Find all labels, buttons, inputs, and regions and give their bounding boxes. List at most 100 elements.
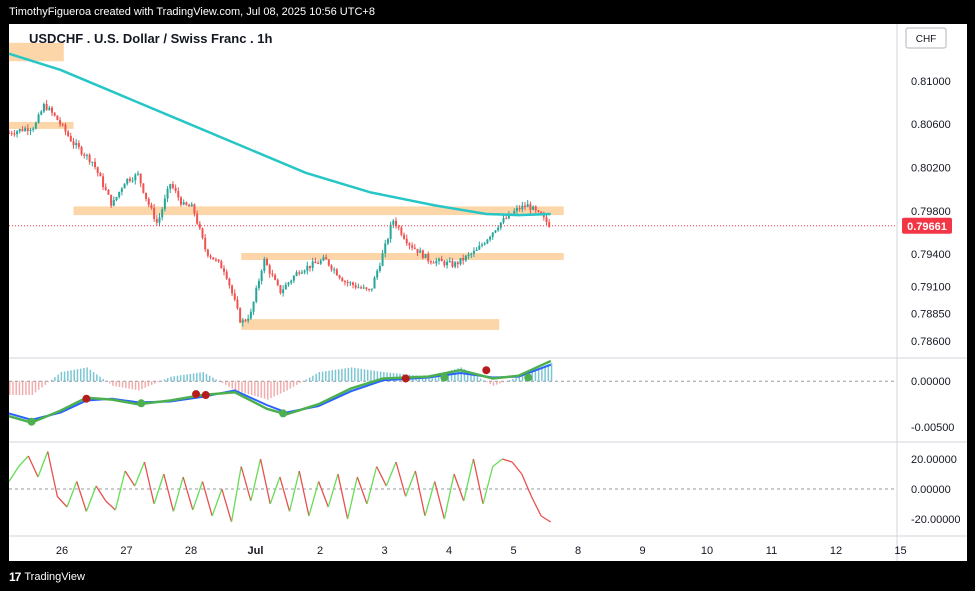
osc-segment: [502, 458, 513, 463]
candle-body: [233, 293, 236, 300]
candle-body: [201, 228, 204, 238]
candle-body: [118, 191, 121, 198]
wt-histogram-bar: [12, 381, 14, 396]
candle-body: [174, 187, 177, 192]
candle-body: [537, 210, 540, 212]
candle-body: [244, 320, 247, 322]
candle-body: [169, 184, 172, 189]
wt-histogram-bar: [186, 374, 188, 382]
osc-segment: [288, 470, 300, 512]
wt-histogram-bar: [489, 381, 492, 384]
candle-body: [29, 129, 32, 131]
price-tick-label: 0.80200: [911, 162, 951, 174]
candle-body: [279, 285, 282, 294]
candle-body: [381, 253, 384, 266]
chart-title: USDCHF . U.S. Dollar / Swiss Franc . 1h: [29, 31, 273, 46]
candle-body: [413, 247, 416, 249]
osc-segment: [453, 473, 465, 502]
candle-body: [322, 257, 325, 261]
chart-area[interactable]: 0.79661 26 27 28 Jul 2 3 4 5 8 9 10 11 12 15 0.81000 0.…: [8, 24, 967, 561]
osc-segment: [124, 470, 136, 487]
x-tick-label: 5: [510, 545, 516, 557]
candle-body: [421, 250, 424, 259]
osc-tick-label: 0.00000: [911, 484, 951, 496]
osc-segment: [521, 473, 533, 497]
wt-tick-label: -0.00500: [911, 422, 954, 434]
candle-body: [303, 270, 306, 273]
wt-histogram-bar: [486, 381, 488, 383]
wt-histogram-bar: [492, 381, 495, 386]
candle-body: [470, 253, 473, 255]
osc-segment: [259, 458, 271, 505]
wt-histogram-bar: [79, 368, 82, 382]
candle-body: [373, 277, 376, 289]
wt-histogram-bar: [350, 367, 353, 382]
wt-histogram-bar: [499, 381, 501, 384]
wt-histogram-bar: [505, 381, 508, 382]
last-price-label: 0.79661: [907, 221, 947, 233]
wt-histogram-bar: [128, 381, 130, 389]
wt-histogram-bar: [296, 381, 298, 385]
osc-segment: [443, 473, 455, 520]
candle-body: [158, 217, 161, 223]
wt-histogram-bar: [176, 375, 179, 382]
osc-segment: [511, 461, 523, 475]
osc-segment: [172, 476, 184, 512]
candle-body: [209, 255, 212, 258]
chart-svg[interactable]: 0.79661 26 27 28 Jul 2 3 4 5 8 9 10 11 12 15 0.81000 0.…: [8, 24, 967, 561]
candle-body: [228, 278, 231, 286]
candle-body: [443, 261, 446, 266]
osc-segment: [269, 476, 281, 505]
wt-histogram-bar: [315, 373, 317, 382]
candle-body: [241, 320, 244, 323]
wt-histogram-bar: [154, 381, 156, 384]
wt-histogram-bar: [96, 374, 98, 382]
grid-lines: [9, 24, 967, 561]
candle-body: [182, 202, 185, 205]
wt-histogram-bar: [67, 370, 69, 382]
wt-histogram-bar: [286, 381, 288, 391]
candle-body: [438, 258, 440, 261]
wt-histogram-bar: [225, 381, 227, 385]
candle-body: [545, 217, 548, 223]
candle-body: [370, 288, 373, 290]
wt-histogram-bar: [241, 381, 243, 393]
wt-histogram-bar: [99, 376, 101, 382]
wt-histogram-bar: [131, 381, 134, 390]
wavetrend-pane: [8, 359, 897, 426]
wt-histogram-bar: [279, 381, 282, 394]
price-tick-label: 0.79100: [911, 282, 951, 294]
candle-body: [384, 243, 387, 254]
wt-histogram-bar: [237, 381, 240, 392]
candle-body: [494, 230, 497, 233]
currency-button[interactable]: CHF: [905, 27, 947, 49]
candle-body: [61, 124, 64, 126]
wt-histogram-bar: [112, 381, 114, 386]
x-tick-label: 4: [446, 545, 452, 557]
candle-body: [96, 167, 99, 174]
candle-body: [67, 131, 70, 136]
candle-body: [521, 205, 524, 210]
wt-histogram-bar: [221, 381, 224, 384]
candle-body: [424, 254, 427, 259]
osc-segment: [424, 481, 436, 517]
candle-body: [502, 218, 505, 223]
candle-body: [389, 224, 392, 240]
candle-body: [481, 244, 483, 246]
price-tick-label: 0.78600: [911, 336, 951, 348]
candle-body: [220, 261, 223, 269]
candle-body: [400, 227, 403, 235]
candle-body: [362, 287, 365, 289]
candle-body: [483, 243, 486, 245]
candle-body: [333, 269, 336, 271]
osc-segment: [95, 485, 107, 502]
wt-histogram-bar: [102, 378, 105, 382]
candle-body: [107, 189, 110, 195]
wt-histogram-bar: [108, 381, 111, 384]
candle-body: [42, 104, 45, 112]
wt-histogram-bar: [476, 376, 479, 382]
candle-body: [252, 301, 255, 312]
candle-body: [142, 183, 145, 193]
candle-body: [529, 204, 532, 210]
x-tick-label: Jul: [248, 545, 264, 557]
